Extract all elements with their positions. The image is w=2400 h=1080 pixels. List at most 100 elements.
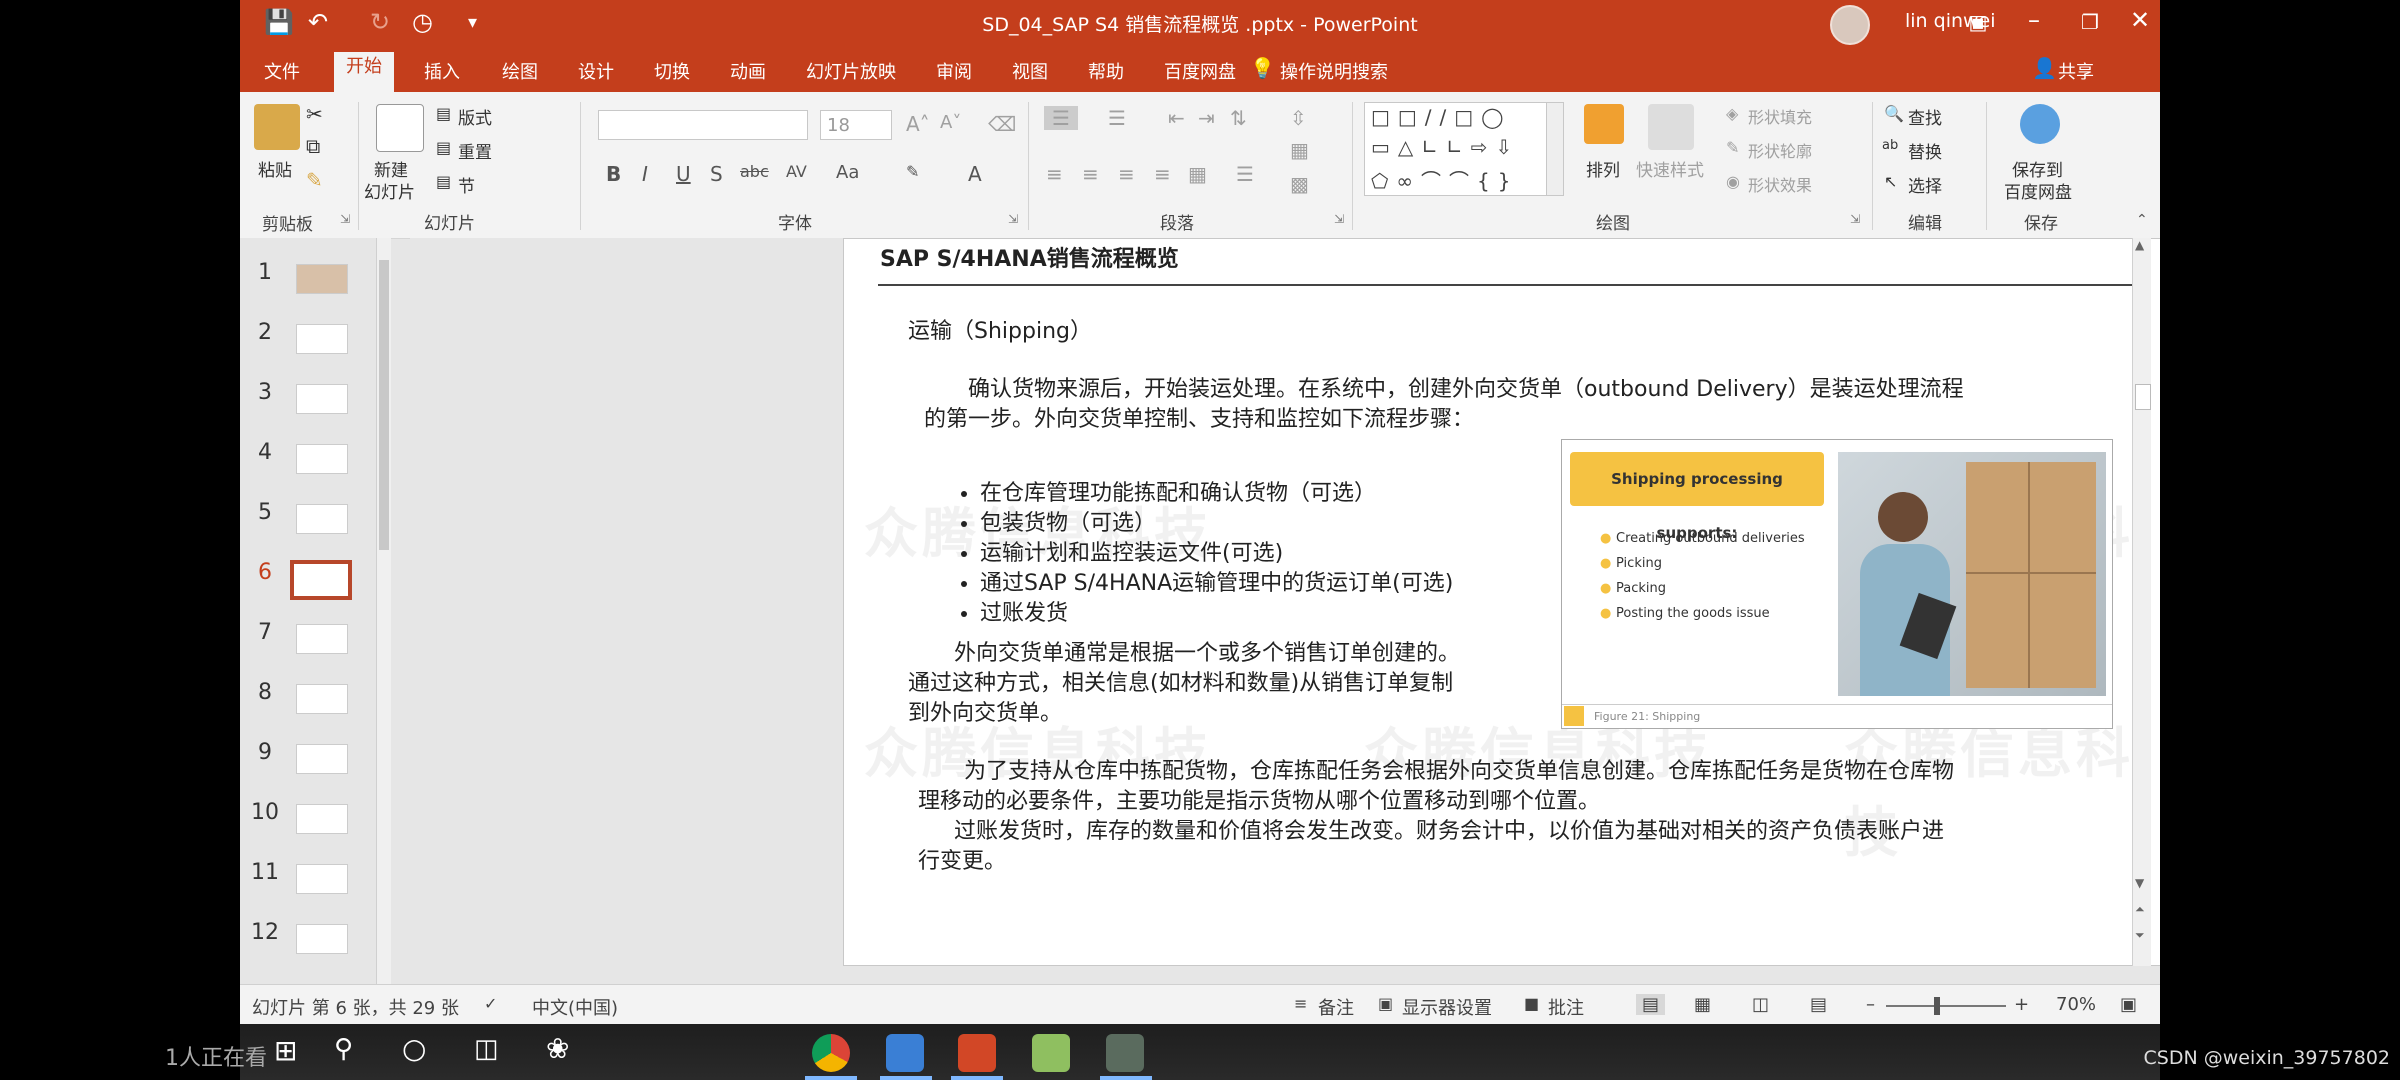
quick-styles-button[interactable]: 快速样式: [1636, 156, 1704, 181]
paragraph-launcher-icon[interactable]: ⇲: [1334, 212, 1344, 226]
align-left-icon[interactable]: ≡: [1046, 162, 1063, 186]
app-pinwheel-icon[interactable]: ❀: [546, 1032, 569, 1065]
display-settings-button[interactable]: 显示器设置: [1402, 994, 1492, 1020]
columns-icon[interactable]: ☰: [1236, 162, 1254, 186]
replace-button[interactable]: 替换: [1908, 138, 1942, 163]
map-app-icon[interactable]: [1032, 1034, 1070, 1072]
drawing-launcher-icon[interactable]: ⇲: [1850, 212, 1860, 226]
minimize-icon[interactable]: –: [2014, 6, 2054, 34]
select-button[interactable]: 选择: [1908, 172, 1942, 197]
process-steps-list[interactable]: 在仓库管理功能拣配和确认货物（可选） 包装货物（可选） 运输计划和监控装运文件(…: [950, 479, 1453, 629]
scroll-down-icon[interactable]: ▼: [2135, 876, 2144, 890]
numbering-icon[interactable]: ☰: [1108, 106, 1126, 130]
format-painter-icon[interactable]: ✎: [306, 168, 323, 192]
tool-app-icon[interactable]: [1106, 1034, 1144, 1072]
tab-review[interactable]: 审阅: [936, 58, 972, 84]
bold-button[interactable]: B: [606, 162, 621, 186]
avatar[interactable]: [1830, 5, 1870, 45]
italic-button[interactable]: I: [642, 162, 648, 186]
new-slide-icon[interactable]: [376, 104, 424, 152]
section-button[interactable]: 节: [458, 172, 475, 197]
slide-thumbnail-5[interactable]: [296, 504, 348, 534]
clipboard-launcher-icon[interactable]: ⇲: [340, 212, 350, 226]
restore-icon[interactable]: ❐: [2070, 10, 2110, 34]
slide-thumbnail-6[interactable]: [290, 560, 352, 600]
paragraph-2-line-1[interactable]: 外向交货单通常是根据一个或多个销售订单创建的。: [954, 639, 1460, 669]
paste-icon[interactable]: [254, 104, 300, 150]
editor-app-icon[interactable]: [886, 1034, 924, 1072]
ribbon-display-options-icon[interactable]: ▣: [1958, 10, 1998, 34]
thumbnail-scrollbar[interactable]: [376, 238, 391, 984]
shape-outline-button[interactable]: 形状轮廓: [1748, 138, 1812, 162]
paragraph-1-line-1[interactable]: 确认货物来源后，开始装运处理。在系统中，创建外向交货单（outbound Del…: [968, 375, 1964, 405]
cortana-icon[interactable]: ○: [402, 1032, 426, 1065]
shapes-gallery-scroll[interactable]: [1546, 102, 1564, 196]
highlight-icon[interactable]: ✎: [906, 162, 919, 181]
paste-button[interactable]: 粘贴: [258, 156, 292, 181]
slide-thumbnail-4[interactable]: [296, 444, 348, 474]
tab-help[interactable]: 帮助: [1088, 58, 1124, 84]
char-spacing-button[interactable]: AV: [786, 162, 807, 181]
windows-start-icon[interactable]: ⊞: [274, 1034, 297, 1067]
font-name-dropdown[interactable]: [598, 110, 808, 140]
slide-thumbnail-12[interactable]: [296, 924, 348, 954]
scroll-up-icon[interactable]: ▲: [2135, 238, 2144, 252]
paragraph-2-line-2[interactable]: 通过这种方式，相关信息(如材料和数量)从销售订单复制: [908, 669, 1453, 699]
tab-baidu[interactable]: 百度网盘: [1164, 58, 1236, 84]
powerpoint-icon[interactable]: [958, 1034, 996, 1072]
slide-thumbnail-10[interactable]: [296, 804, 348, 834]
save-to-baidu-button-line2[interactable]: 百度网盘: [2004, 178, 2072, 203]
slide-scroll-thumb[interactable]: [2135, 384, 2151, 410]
line-spacing-icon[interactable]: ⇅: [1230, 106, 1247, 130]
paragraph-4-line-1[interactable]: 过账发货时，库存的数量和价值将会发生改变。财务会计中，以价值为基础对相关的资产负…: [954, 817, 1944, 847]
tab-slideshow[interactable]: 幻灯片放映: [806, 58, 896, 84]
slide-thumbnail-3[interactable]: [296, 384, 348, 414]
quick-styles-icon[interactable]: [1648, 104, 1694, 150]
new-slide-button-line2[interactable]: 幻灯片: [364, 178, 415, 203]
slide-scrollbar[interactable]: ▲ ▼ ⏶ ⏷: [2132, 238, 2151, 966]
change-case-button[interactable]: Aa: [836, 162, 859, 183]
align-right-icon[interactable]: ≡: [1118, 162, 1135, 186]
slide-thumbnail-7[interactable]: [296, 624, 348, 654]
baidu-cloud-icon[interactable]: [2020, 104, 2060, 144]
find-button[interactable]: 查找: [1908, 104, 1942, 129]
language-indicator[interactable]: 中文(中国): [532, 994, 618, 1020]
shipping-figure[interactable]: Shipping processing supports: Creating o…: [1561, 439, 2113, 729]
zoom-in-icon[interactable]: +: [2014, 994, 2029, 1015]
shape-fill-button[interactable]: 形状填充: [1748, 104, 1812, 128]
notes-button[interactable]: 备注: [1318, 994, 1354, 1020]
reset-button[interactable]: 重置: [458, 138, 492, 163]
zoom-slider[interactable]: [1886, 997, 2006, 1015]
shrink-font-icon[interactable]: A˅: [940, 112, 961, 133]
zoom-level[interactable]: 70%: [2056, 994, 2096, 1015]
slide-sorter-icon[interactable]: ▦: [1694, 994, 1711, 1015]
shapes-gallery[interactable]: □□∕∕□◯ ▭△∟∟⇨⇩ ⬠∞⌒⌒{}: [1364, 102, 1552, 196]
slide-canvas[interactable]: 众腾信息科技 众腾信息科技 众腾信息科技 众腾信息科技 众腾信息科技 SAP S…: [843, 238, 2160, 966]
align-text-icon[interactable]: ▦: [1290, 138, 1309, 162]
clear-format-icon[interactable]: ⌫: [988, 112, 1016, 136]
smartart-icon[interactable]: ▩: [1290, 172, 1309, 196]
decrease-indent-icon[interactable]: ⇤: [1168, 106, 1185, 130]
zoom-slider-thumb[interactable]: [1934, 997, 1940, 1015]
slide-title[interactable]: SAP S/4HANA销售流程概览: [880, 241, 1179, 273]
search-icon[interactable]: ⚲: [334, 1034, 353, 1064]
tab-transitions[interactable]: 切换: [654, 58, 690, 84]
zoom-out-icon[interactable]: –: [1866, 994, 1875, 1015]
copy-icon[interactable]: ⧉: [306, 134, 320, 158]
bullets-icon[interactable]: ☰: [1044, 106, 1078, 130]
shadow-button[interactable]: S: [710, 162, 723, 186]
paragraph-4-line-2[interactable]: 行变更。: [918, 847, 1006, 877]
align-center-icon[interactable]: ≡: [1082, 162, 1099, 186]
thumbnail-scroll-thumb[interactable]: [379, 260, 389, 550]
cut-icon[interactable]: ✂: [306, 102, 323, 126]
tab-design[interactable]: 设计: [578, 58, 614, 84]
strikethrough-button[interactable]: abc: [740, 162, 769, 181]
paragraph-3-line-1[interactable]: 为了支持从仓库中拣配货物，仓库拣配任务会根据外向交货单信息创建。仓库拣配任务是货…: [964, 757, 1954, 787]
arrange-icon[interactable]: [1584, 104, 1624, 144]
reading-view-icon[interactable]: ◫: [1752, 994, 1769, 1015]
paragraph-1-line-2[interactable]: 的第一步。外向交货单控制、支持和监控如下流程步骤：: [924, 405, 1474, 435]
layout-button[interactable]: 版式: [458, 104, 492, 129]
collapse-ribbon-icon[interactable]: ⌃: [2136, 212, 2148, 228]
slide-thumbnail-11[interactable]: [296, 864, 348, 894]
tab-animations[interactable]: 动画: [730, 58, 766, 84]
